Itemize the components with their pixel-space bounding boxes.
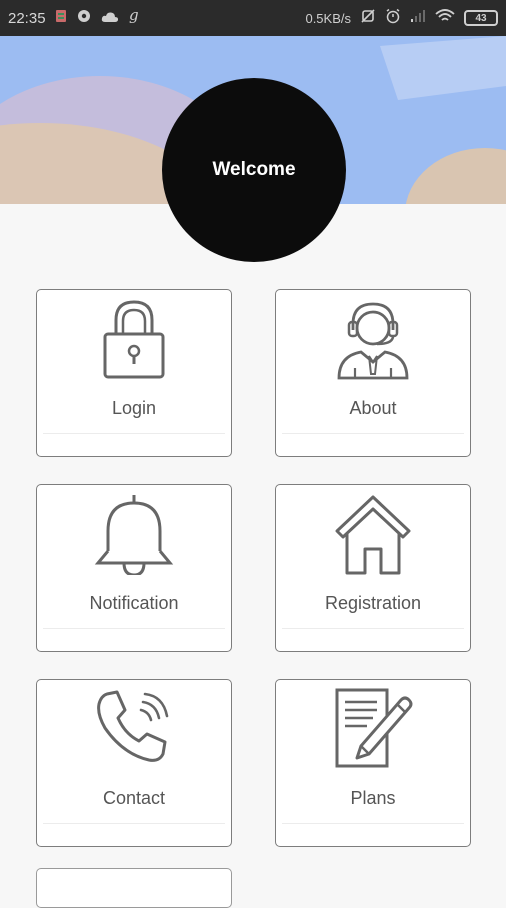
battery-icon: 43 (464, 10, 498, 26)
svg-text:g: g (129, 8, 139, 24)
home-icon (276, 493, 470, 575)
card-divider (282, 628, 464, 629)
next-card-partial[interactable] (36, 868, 232, 908)
status-bar: 22:35 g 0.5KB/s 43 (0, 0, 506, 36)
notification-label: Notification (89, 593, 179, 613)
phone-icon (37, 688, 231, 770)
lock-icon (37, 298, 231, 380)
support-agent-icon (276, 298, 470, 380)
g-app-icon: g (128, 6, 140, 28)
app-notification-icon (55, 9, 67, 27)
login-label: Login (111, 398, 157, 418)
plans-card[interactable]: Plans (275, 679, 471, 847)
notification-card[interactable]: Notification (36, 484, 232, 652)
about-label: About (349, 398, 397, 418)
login-card[interactable]: Login (36, 289, 232, 457)
wifi-icon (435, 9, 455, 27)
welcome-avatar: Welcome (162, 78, 346, 262)
contact-label: Contact (102, 788, 166, 808)
signal-icon (410, 9, 426, 27)
card-divider (43, 823, 225, 824)
welcome-text: Welcome (212, 159, 296, 180)
registration-card[interactable]: Registration (275, 484, 471, 652)
chat-notification-icon (76, 9, 92, 27)
card-divider (43, 433, 225, 434)
bell-icon (37, 493, 231, 575)
document-pencil-icon (276, 688, 470, 770)
muted-icon (360, 8, 376, 28)
cloud-icon (101, 10, 119, 27)
battery-level: 43 (475, 12, 487, 24)
about-card[interactable]: About (275, 289, 471, 457)
registration-label: Registration (324, 593, 422, 613)
status-time: 22:35 (8, 9, 46, 27)
card-divider (282, 823, 464, 824)
alarm-icon (385, 8, 401, 28)
card-divider (282, 433, 464, 434)
contact-card[interactable]: Contact (36, 679, 232, 847)
network-speed: 0.5KB/s (305, 10, 351, 26)
plans-label: Plans (350, 788, 396, 808)
card-divider (43, 628, 225, 629)
